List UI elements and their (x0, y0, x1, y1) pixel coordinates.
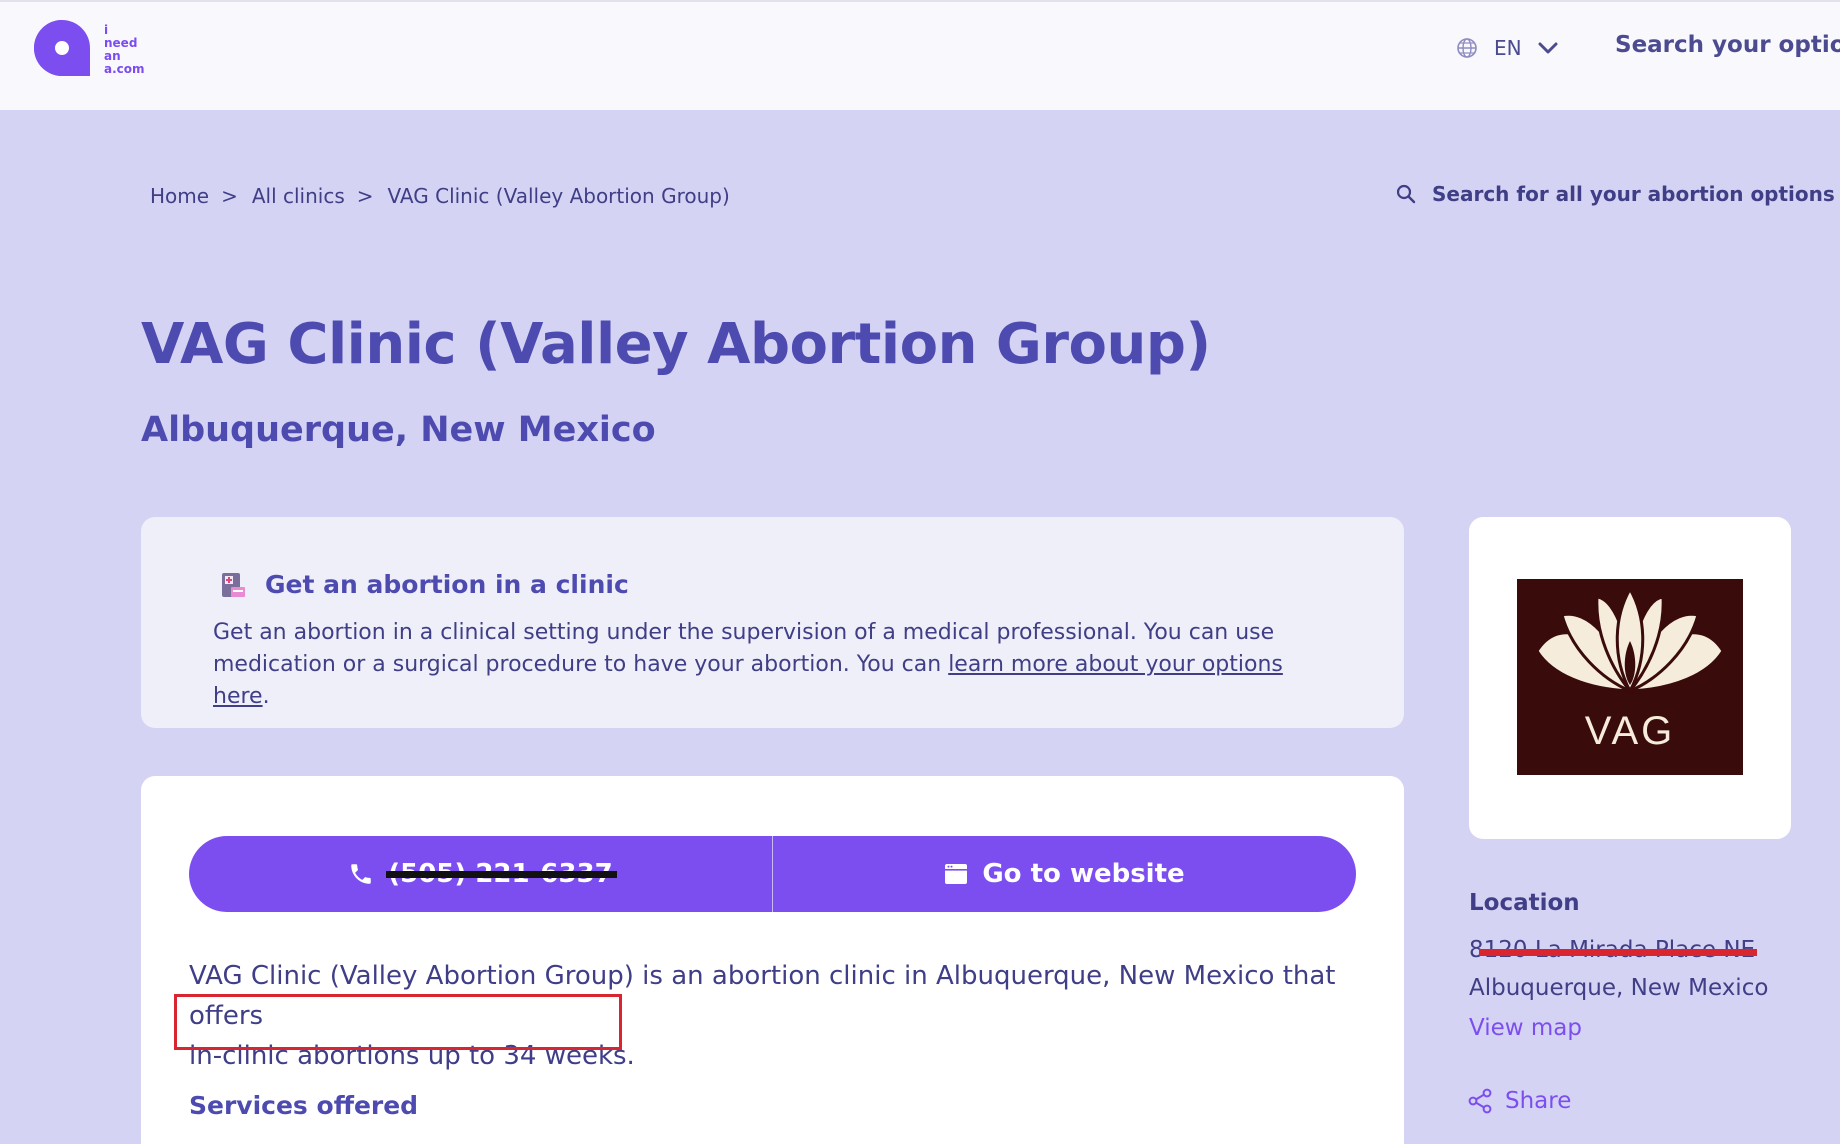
contact-actions: (505) 221-6337 Go to website (189, 836, 1356, 912)
breadcrumb-separator: > (356, 184, 374, 208)
search-abortion-options-label: Search for all your abortion options (1432, 182, 1835, 206)
clinic-logo-card: VAG (1469, 517, 1791, 839)
info-card-text: Get an abortion in a clinical setting un… (213, 617, 1343, 713)
clinic-details-card: (505) 221-6337 Go to website VAG Clinic … (141, 776, 1404, 1144)
info-text-after: . (262, 684, 270, 709)
breadcrumb: Home > All clinics > VAG Clinic (Valley … (150, 184, 730, 208)
logo-wordmark: i need an a.com (104, 24, 145, 76)
services-offered-heading: Services offered (189, 1091, 419, 1120)
phone-redaction-mark (386, 871, 617, 878)
browser-window-icon (945, 864, 968, 884)
page-title: VAG Clinic (Valley Abortion Group) (141, 312, 1211, 377)
lotus-icon (1535, 585, 1725, 695)
share-label: Share (1505, 1088, 1572, 1114)
clinic-city-state: Albuquerque, New Mexico (141, 410, 656, 450)
clinic-phone-number: (505) 221-6337 (386, 859, 617, 889)
clinic-logo-wordmark: VAG (1584, 709, 1676, 753)
top-search-link[interactable]: Search your options (1615, 32, 1840, 58)
info-card-title: Get an abortion in a clinic (265, 570, 629, 599)
go-to-website-button[interactable]: Go to website (772, 836, 1356, 912)
breadcrumb-separator: > (221, 184, 238, 208)
globe-icon (1457, 38, 1477, 58)
breadcrumb-current: VAG Clinic (Valley Abortion Group) (387, 184, 730, 208)
phone-icon (351, 864, 371, 884)
breadcrumb-all-clinics[interactable]: All clinics (252, 184, 345, 208)
clinic-street-address: 8120 La Mirada Place NE (1469, 937, 1758, 963)
share-button[interactable]: Share (1467, 1088, 1571, 1114)
clinic-logo-image: VAG (1517, 579, 1743, 775)
chevron-down-icon (1538, 42, 1558, 54)
go-to-website-label: Go to website (982, 859, 1185, 889)
site-logo[interactable]: i need an a.com (32, 18, 162, 84)
logo-mark-icon (34, 20, 90, 76)
top-navigation-bar: i need an a.com EN Search your options (0, 0, 1840, 110)
in-clinic-info-card: Get an abortion in a clinic Get an abort… (141, 517, 1404, 728)
call-clinic-button[interactable]: (505) 221-6337 (189, 836, 772, 912)
breadcrumb-home[interactable]: Home (150, 184, 209, 208)
clinic-city-state-sidebar: Albuquerque, New Mexico (1469, 975, 1769, 1001)
logo-line: a.com (104, 62, 145, 76)
annotation-highlight-box (174, 994, 622, 1050)
search-abortion-options-link[interactable]: Search for all your abortion options (1396, 182, 1835, 206)
address-redaction-mark (1479, 949, 1758, 956)
location-heading: Location (1469, 890, 1580, 916)
language-selector[interactable]: EN (1456, 34, 1558, 62)
clinic-building-icon (222, 573, 245, 597)
search-icon (1396, 184, 1416, 204)
language-label: EN (1494, 36, 1522, 60)
share-icon (1468, 1088, 1492, 1114)
view-map-link[interactable]: View map (1469, 1015, 1582, 1041)
